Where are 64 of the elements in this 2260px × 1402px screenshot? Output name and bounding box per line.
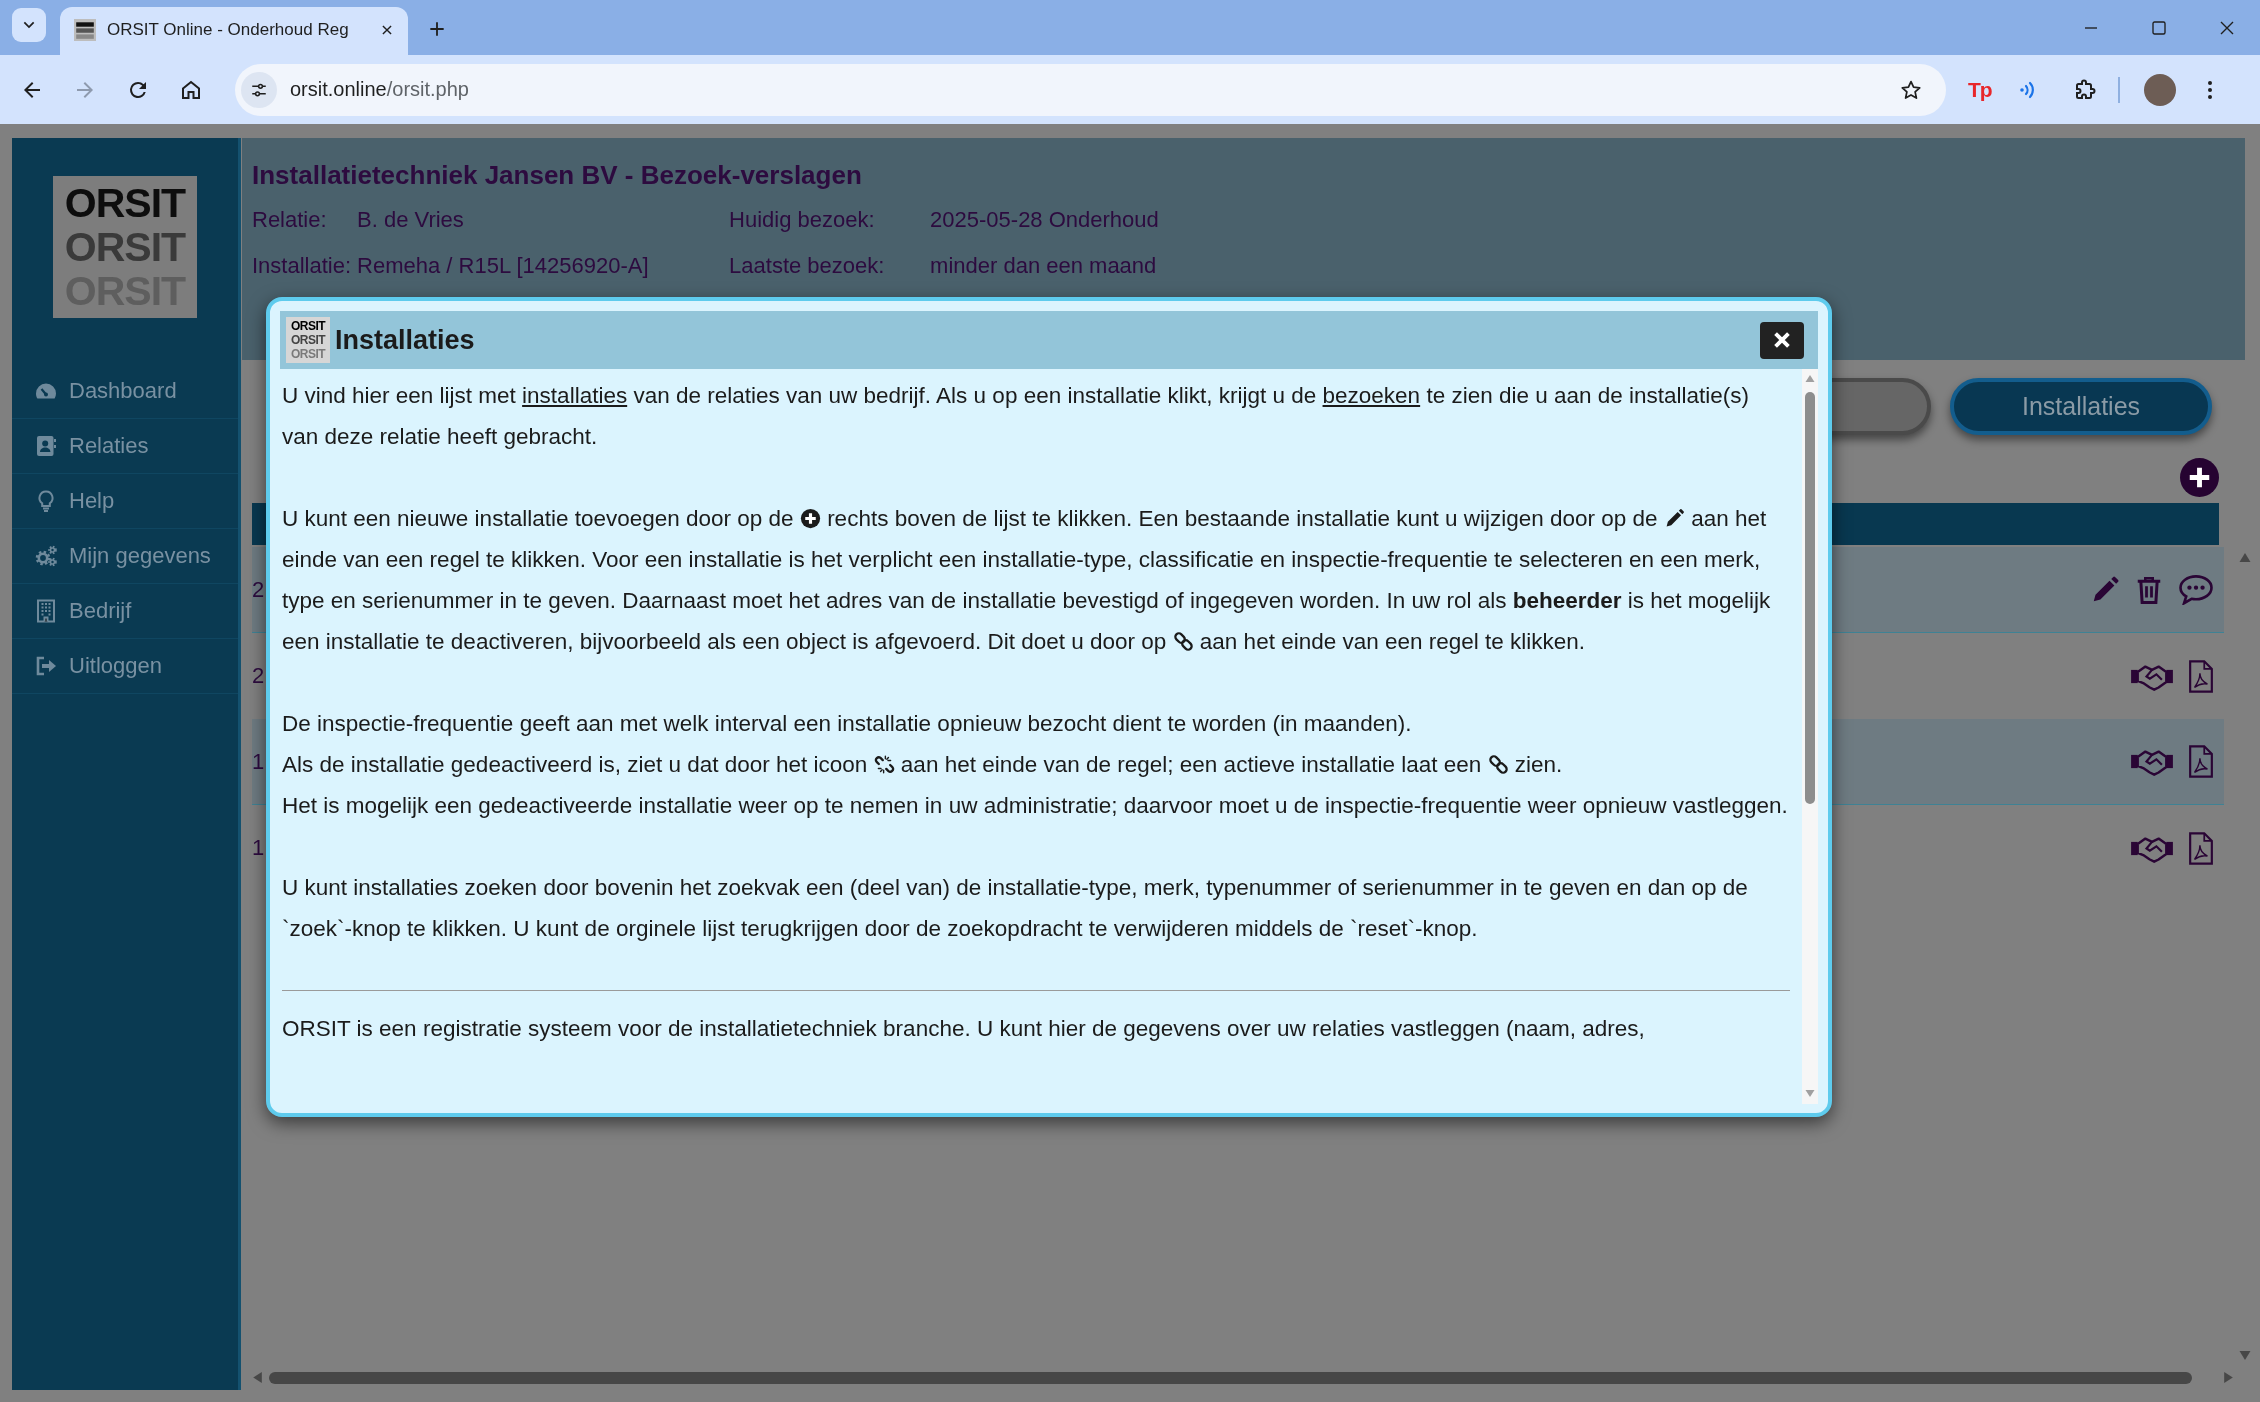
sign-out-icon — [34, 654, 58, 678]
plus-circle-icon — [799, 508, 821, 529]
tab[interactable]: Installaties — [1950, 378, 2212, 435]
handshake-icon[interactable] — [2130, 747, 2174, 776]
close-button[interactable] — [1760, 321, 1804, 359]
sidebar-item[interactable]: Uitloggen — [12, 639, 238, 694]
extension-button[interactable]: Tp — [1968, 77, 1992, 102]
paragraph-text: Het is mogelijk een gedeactiveerde installatie weer op te nemen in uw administratie; daarvoor moet u de inspectie-frequentie weer opnieuw vastleggen. — [282, 792, 1789, 820]
sidebar-item[interactable]: Mijn gegevens — [12, 529, 238, 584]
pdf-file-icon[interactable] — [2188, 745, 2214, 778]
chain-link-icon — [1487, 754, 1509, 775]
sidebar-item[interactable]: Bedrijf — [12, 584, 238, 639]
maximize-icon[interactable] — [2150, 18, 2168, 37]
chain-link-icon — [1172, 631, 1194, 652]
pdf-file-icon[interactable] — [2188, 659, 2214, 693]
star-icon[interactable] — [1900, 78, 1922, 101]
broken-chain-icon — [873, 754, 895, 775]
scroll-up-icon[interactable] — [2238, 552, 2252, 563]
contact-book-icon — [34, 434, 58, 458]
field-label: Installatie: — [252, 252, 352, 280]
favicon-icon — [74, 19, 96, 41]
paragraph-text: U vind hier een lijst met installaties van de relaties van uw bedrijf. Als u op een installatie klikt, krijgt u de bezoeken te zien die u aan de installatie(s) van deze relatie heeft gebracht. — [282, 382, 1751, 451]
modal-title: Installaties — [335, 324, 475, 356]
table-cell: 2 — [252, 663, 265, 689]
scroll-left-icon[interactable] — [252, 1371, 263, 1384]
scroll-right-icon[interactable] — [2223, 1371, 2234, 1384]
sidebar-item[interactable]: Dashboard — [12, 364, 238, 419]
text-link[interactable]: bezoeken — [1322, 383, 1421, 408]
comment-dots-icon[interactable] — [2178, 574, 2214, 605]
sidebar-item[interactable]: Relaties — [12, 419, 238, 474]
sidebar-item[interactable]: Help — [12, 474, 238, 529]
text-link[interactable]: installaties — [522, 383, 628, 408]
paragraph-text: ORSIT is een registratie systeem voor de installatietechniek branche. U kunt hier de gegevens over uw relaties vastleggen (naam, adres, — [282, 1015, 1646, 1043]
add-button[interactable] — [2180, 458, 2219, 497]
table-cell: 1 — [252, 835, 265, 861]
new-tab-icon[interactable] — [427, 19, 447, 39]
site-info-button[interactable] — [241, 71, 277, 108]
paragraph-text: U kunt een nieuwe installatie toevoegen door op de rechts boven de lijst te klikken. Een bestaande installatie kunt u wijzigen door op de aan het einde van een regel te klikken. Voor een installatie is het verplicht een installatie-type, classificatie en inspectie-frequentie te selecteren en een merk, type en serienummer in te geven. Daarnaast moet het adres van de installatie bevestigd of ingegeven worden. In uw rol als beheerder is het mogelijk een installatie te deactiveren, bijvoorbeeld als een object is afgevoerd. Dit doet u door op aan het einde van een regel te klikken. — [282, 505, 1772, 656]
url-text: orsit.online/orsit.php — [290, 78, 469, 101]
field-label: Huidig bezoek: — [729, 206, 876, 234]
paragraph-text: De inspectie-frequentie geeft aan met welk interval een installatie opnieuw bezocht dient te worden (in maanden). — [282, 710, 1413, 738]
field-value: B. de Vries — [357, 206, 465, 234]
pdf-file-icon[interactable] — [2188, 831, 2214, 865]
field-value: Remeha / R15L [14256920-A] — [357, 252, 650, 280]
logo: ORSIT ORSIT ORSIT — [286, 317, 330, 363]
table-cell: 2 — [252, 576, 265, 603]
building-icon — [34, 599, 58, 623]
paragraph-text: U kunt installaties zoeken door bovenin het zoekvak een (deel van) de installatie-type, merk, typenummer of serienummer in te geven en dan op de `zoek`-knop te klikken. U kunt de orginele lijst terugkrijgen door de zoekopdracht te verwijderen middels de `reset`-knop. — [282, 874, 1749, 943]
scrollbar-thumb[interactable] — [269, 1371, 2192, 1384]
page-title: Installatietechniek Jansen BV - Bezoek-verslagen — [252, 159, 863, 192]
field-label: Relatie: — [252, 206, 328, 234]
field-value: minder dan een maand — [930, 252, 1158, 280]
paragraph-text: Als de installatie gedeactiveerd is, ziet u dat door het icoon aan het einde van de regel; een actieve installatie laat een zien. — [282, 751, 1564, 779]
gears-icon — [34, 544, 58, 568]
avatar-icon[interactable] — [2143, 73, 2176, 106]
field-value: 2025-05-28 Onderhoud — [930, 206, 1159, 234]
table-cell: 1 — [252, 748, 265, 775]
address-field[interactable]: orsit.online/orsit.php — [235, 63, 1946, 116]
scroll-down-icon[interactable] — [2238, 1350, 2252, 1361]
scrollbar-thumb[interactable] — [1805, 392, 1815, 804]
tab-search-button[interactable] — [12, 8, 46, 42]
close-icon[interactable] — [380, 23, 394, 37]
field-label: Laatste bezoek: — [729, 252, 886, 280]
browser-tab[interactable]: ORSIT Online - Onderhoud Reg — [60, 7, 408, 55]
